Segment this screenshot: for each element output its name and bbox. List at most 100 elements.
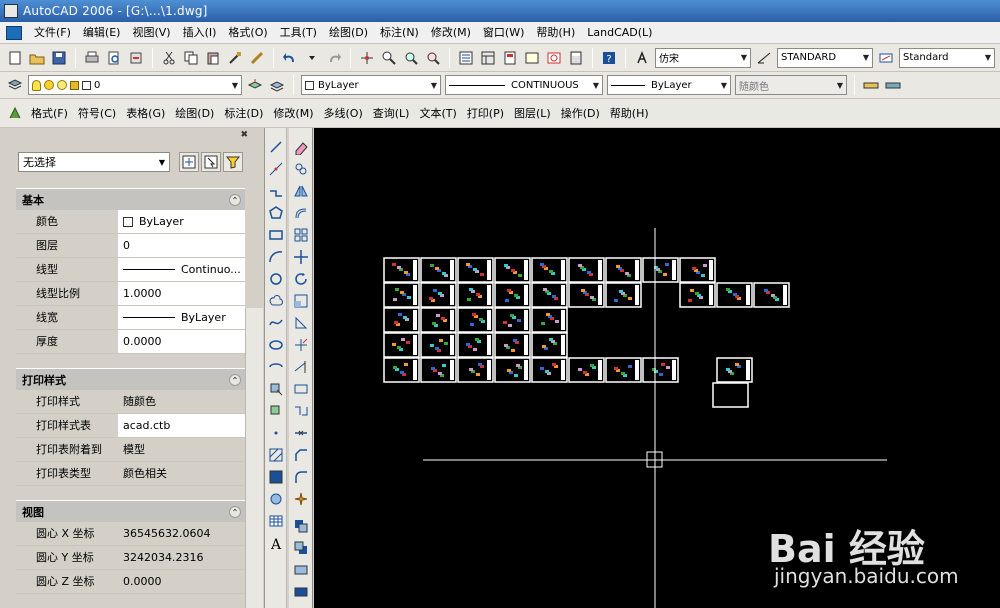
drawing-sheet[interactable] [420,307,457,333]
drawing-sheet[interactable] [679,257,716,283]
scale-icon[interactable] [291,291,311,311]
drawing-sheet[interactable] [531,332,568,358]
section-view-header[interactable]: 视图 ⌃ [16,500,245,522]
draworder-under-icon[interactable] [291,582,311,602]
menu-dimension[interactable]: 标注(N) [374,22,425,44]
menu-help[interactable]: 帮助(H) [530,22,581,44]
menu-insert[interactable]: 插入(I) [177,22,223,44]
region-icon[interactable] [266,489,286,509]
drawing-sheet[interactable] [420,332,457,358]
gradient-icon[interactable] [266,467,286,487]
landcad-menu-layer[interactable]: 图层(L) [509,99,556,128]
insert-block-icon[interactable] [266,379,286,399]
prop-row-center-y[interactable]: 圆心 Y 坐标 3242034.2316 [16,546,245,570]
drawing-sheet[interactable] [642,357,679,383]
copy-object-icon[interactable] [291,159,311,179]
drawing-sheet[interactable] [383,332,420,358]
drawing-sheet[interactable] [494,257,531,283]
lineweight-combo[interactable]: ByLayer ▼ [607,75,731,95]
color-combo[interactable]: ByLayer ▼ [301,75,441,95]
landcad-menu-operation[interactable]: 操作(D) [556,99,605,128]
menu-window[interactable]: 窗口(W) [477,22,530,44]
drawing-sheet[interactable] [457,282,494,308]
close-icon[interactable]: ✖ [240,130,248,140]
drawing-sheet[interactable] [457,257,494,283]
markup-set-manager-icon[interactable] [544,48,564,68]
plot-style-combo[interactable]: 随颜色 ▼ [735,75,847,95]
hatch-icon[interactable] [266,445,286,465]
drawing-sheet[interactable] [716,357,753,383]
spline-icon[interactable] [266,313,286,333]
menu-tools[interactable]: 工具(T) [274,22,323,44]
print-icon[interactable] [82,48,102,68]
drawing-sheet[interactable] [494,307,531,333]
drawing-sheet[interactable] [568,282,605,308]
collapse-icon[interactable]: ⌃ [229,193,241,206]
drawing-sheet[interactable] [531,282,568,308]
sheet-set-manager-icon[interactable] [522,48,542,68]
drawing-sheet[interactable] [457,332,494,358]
construction-line-icon[interactable] [266,159,286,179]
drawing-sheet[interactable] [494,282,531,308]
prop-row-plot-table-type[interactable]: 打印表类型 颜色相关 [16,462,245,486]
menu-landcad[interactable]: LandCAD(L) [581,22,658,44]
erase-icon[interactable] [291,137,311,157]
draworder-above-icon[interactable] [291,560,311,580]
dimension-style-combo[interactable]: Standard ▼ [899,47,995,68]
design-center-icon[interactable] [478,48,498,68]
circle-icon[interactable] [266,269,286,289]
join-icon[interactable] [291,423,311,443]
section-general-header[interactable]: 基本 ⌃ [16,188,245,210]
linetype-combo[interactable]: CONTINUOUS ▼ [445,75,603,95]
move-icon[interactable] [291,247,311,267]
match-properties-icon[interactable] [225,48,245,68]
print-preview-icon[interactable] [104,48,124,68]
menu-file[interactable]: 文件(F) [28,22,77,44]
drawing-canvas[interactable] [314,128,1000,608]
drawing-sheet[interactable] [420,282,457,308]
dimension-style-icon[interactable] [876,48,896,68]
drawing-sheet[interactable] [679,282,716,308]
section-plot-style-header[interactable]: 打印样式 ⌃ [16,368,245,390]
prop-row-plot-table-attached[interactable]: 打印表附着到 模型 [16,438,245,462]
drawing-sheet[interactable] [753,282,790,308]
prop-row-layer[interactable]: 图层 0 [16,234,245,258]
break-icon[interactable] [291,401,311,421]
prop-row-lineweight[interactable]: 线宽 ByLayer [16,306,245,330]
drawing-sheet[interactable] [457,307,494,333]
prop-row-linetype[interactable]: 线型 Continuo... [16,258,245,282]
prop-row-linetype-scale[interactable]: 线型比例 1.0000 [16,282,245,306]
table-icon[interactable] [266,511,286,531]
trim-icon[interactable] [291,335,311,355]
landcad-menu-dimension[interactable]: 标注(D) [219,99,268,128]
drawing-sheet[interactable] [420,357,457,383]
dim-style-icon[interactable] [754,48,774,68]
quick-select-icon[interactable] [223,152,243,172]
arc-icon[interactable] [266,247,286,267]
chamfer-icon[interactable] [291,445,311,465]
prop-row-thickness[interactable]: 厚度 0.0000 [16,330,245,354]
draworder-back-icon[interactable] [291,538,311,558]
palette-scrollbar[interactable] [245,308,263,608]
prop-row-plot-style-table[interactable]: 打印样式表 acad.ctb [16,414,245,438]
menu-edit[interactable]: 编辑(E) [77,22,127,44]
fillet-icon[interactable] [291,467,311,487]
layer-combo[interactable]: 0 ▼ [28,75,242,95]
properties-icon[interactable] [456,48,476,68]
drawing-sheet[interactable] [383,307,420,333]
rotate-icon[interactable] [291,269,311,289]
drawing-sheet[interactable] [457,357,494,383]
landcad-tool-icon[interactable] [5,103,25,123]
tool-palettes-icon[interactable] [500,48,520,68]
drawing-sheet[interactable] [531,257,568,283]
landcad-menu-help[interactable]: 帮助(H) [605,99,654,128]
drawing-sheet[interactable] [383,357,420,383]
copy-icon[interactable] [181,48,201,68]
zoom-previous-icon[interactable] [423,48,443,68]
point-icon[interactable] [266,423,286,443]
drawing-sheet[interactable] [568,257,605,283]
drawing-sheet[interactable] [605,357,642,383]
polygon-icon[interactable] [266,203,286,223]
publish-icon[interactable] [126,48,146,68]
ruler-extra-icon[interactable] [883,75,903,95]
